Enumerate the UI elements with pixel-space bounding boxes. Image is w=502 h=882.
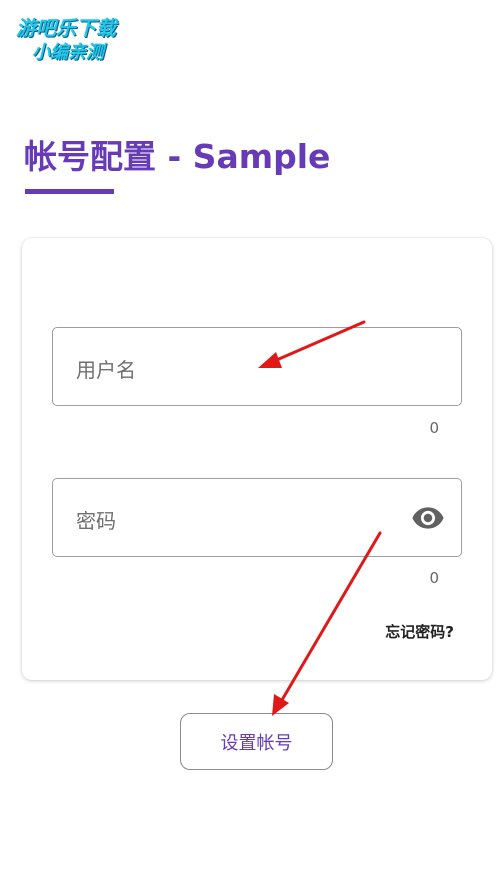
- username-field[interactable]: 用户名: [52, 327, 462, 406]
- setup-account-button[interactable]: 设置帐号: [180, 713, 333, 770]
- login-card: 用户名 0 密码 0 忘记密码?: [22, 238, 492, 680]
- page-title: 帐号配置 - Sample: [24, 137, 331, 176]
- forgot-password-link[interactable]: 忘记密码?: [385, 621, 454, 642]
- title-underline: [25, 189, 114, 194]
- eye-icon[interactable]: [411, 501, 445, 535]
- password-field[interactable]: 密码: [52, 478, 462, 557]
- password-placeholder: 密码: [76, 509, 116, 533]
- username-char-counter: 0: [429, 419, 439, 437]
- watermark-line-2: 小编亲测: [32, 42, 104, 63]
- watermark-line-1: 游吧乐下载: [16, 16, 116, 40]
- username-placeholder: 用户名: [76, 358, 136, 382]
- password-char-counter: 0: [429, 569, 439, 587]
- watermark-logo: 游吧乐下载 小编亲测: [10, 8, 150, 66]
